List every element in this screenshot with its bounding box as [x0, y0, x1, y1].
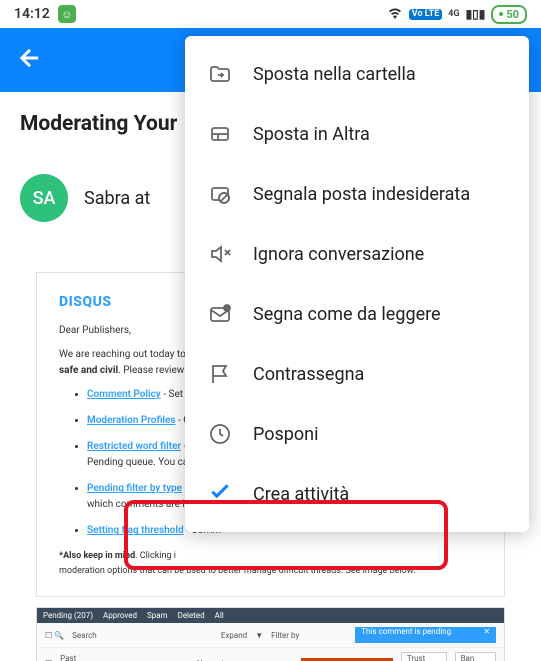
restricted-word-link[interactable]: Restricted word filter — [87, 441, 181, 452]
pending-banner: This comment is pending✕ — [355, 627, 496, 643]
create-task-icon — [207, 481, 233, 507]
banner-text: This comment is pending — [355, 627, 451, 636]
menu-label: Ignora conversazione — [253, 244, 424, 265]
battery-indicator: 50 — [491, 5, 527, 24]
signal-label: 4G — [448, 9, 459, 19]
tab-deleted: Deleted — [178, 611, 205, 620]
volte-badge: Vo LTE — [409, 9, 443, 20]
preview-tabs: Pending (207) Approved Spam Deleted All — [37, 608, 504, 623]
comment-policy-link[interactable]: Comment Policy — [87, 389, 161, 400]
tab-spam: Spam — [147, 611, 168, 620]
preview-row-2: ☐ Past Year ↑↓ Newest Trust User Ban Use… — [37, 648, 504, 661]
preview-row-1: ☐ 🔍 Search Expand ▼ Filter by This comme… — [37, 623, 504, 648]
move-other-icon — [207, 121, 233, 147]
tab-all: All — [215, 611, 224, 620]
pending-filter-link[interactable]: Pending filter by type — [87, 483, 182, 494]
ban-btn: Ban User — [455, 652, 496, 661]
status-right: Vo LTE 4G ▮▯▮ 50 — [387, 5, 527, 24]
status-bar: 14:12 ☺ Vo LTE 4G ▮▯▮ 50 — [0, 0, 541, 28]
menu-label: Sposta nella cartella — [253, 64, 416, 85]
mark-unread-icon — [207, 301, 233, 327]
tab-approved: Approved — [103, 611, 137, 620]
expand-label: Expand — [221, 631, 247, 640]
mute-icon — [207, 241, 233, 267]
screenshot-preview: Pending (207) Approved Spam Deleted All … — [36, 607, 505, 661]
status-left: 14:12 ☺ — [14, 5, 76, 23]
wifi-icon — [387, 7, 403, 22]
status-app-badge: ☺ — [58, 5, 76, 23]
context-menu: Sposta nella cartella Sposta in Altra Se… — [185, 36, 529, 532]
menu-flag[interactable]: Contrassegna — [185, 344, 529, 404]
flag-icon — [207, 361, 233, 387]
menu-mark-unread[interactable]: Segna come da leggere — [185, 284, 529, 344]
note-rest1: . Clicking i — [135, 551, 176, 561]
menu-label: Posponi — [253, 424, 319, 445]
moderation-profiles-link[interactable]: Moderation Profiles — [87, 415, 176, 426]
battery-value: 50 — [506, 8, 519, 21]
menu-report-spam[interactable]: Segnala posta indesiderata — [185, 164, 529, 224]
flag-threshold-link[interactable]: Setting flag threshold — [87, 525, 184, 536]
past-year: Past Year — [60, 654, 91, 661]
menu-label: Contrassegna — [253, 364, 364, 385]
filter-label: Filter by — [271, 631, 299, 640]
menu-ignore[interactable]: Ignora conversazione — [185, 224, 529, 284]
report-spam-icon — [207, 181, 233, 207]
menu-label: Segnala posta indesiderata — [253, 184, 470, 205]
search-label: Search — [72, 631, 213, 640]
menu-label: Crea attività — [253, 484, 349, 505]
back-button[interactable] — [16, 44, 44, 76]
trust-btn: Trust User — [401, 652, 447, 661]
sender-avatar: SA — [20, 174, 68, 222]
sender-name: Sabra at — [84, 188, 150, 209]
tab-pending: Pending (207) — [43, 611, 93, 620]
snooze-icon — [207, 421, 233, 447]
signal-icon: ▮▯▮ — [466, 7, 486, 21]
status-time: 14:12 — [14, 6, 50, 22]
menu-move-folder[interactable]: Sposta nella cartella — [185, 44, 529, 104]
menu-create-task[interactable]: Crea attività — [185, 464, 529, 524]
menu-label: Segna come da leggere — [253, 304, 441, 325]
email-note: *Also keep in mind. Clicking i moderatio… — [59, 549, 482, 578]
menu-label: Sposta in Altra — [253, 124, 370, 145]
intro-bold: safe and civil — [59, 365, 118, 376]
move-folder-icon — [207, 61, 233, 87]
note-rest2: moderation options that can be used to b… — [59, 566, 416, 576]
note-bold: *Also keep in mind — [59, 551, 135, 561]
menu-move-other[interactable]: Sposta in Altra — [185, 104, 529, 164]
menu-snooze[interactable]: Posponi — [185, 404, 529, 464]
